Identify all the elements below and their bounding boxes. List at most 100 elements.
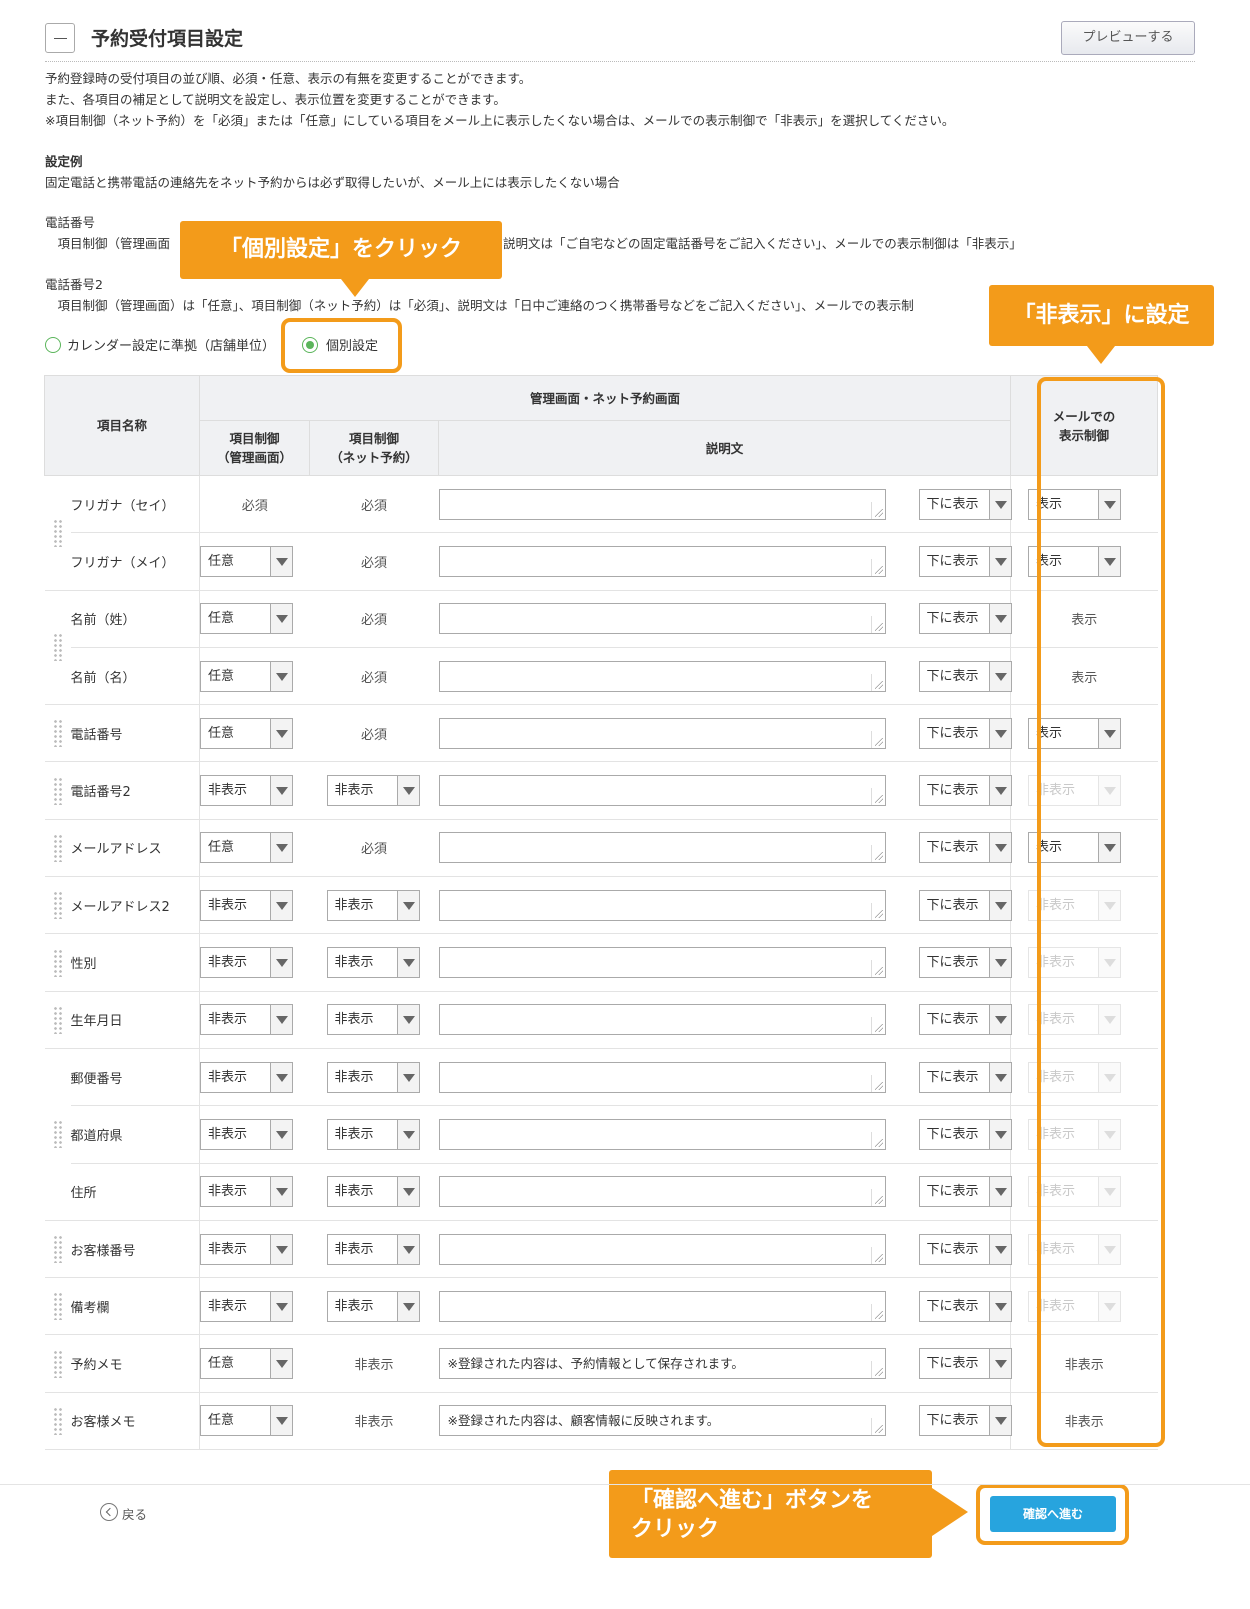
resize-grip-icon[interactable] [870,902,885,920]
item-name: 名前（姓） [70,590,201,648]
resize-grip-icon[interactable] [870,1361,885,1379]
drag-handle[interactable] [44,1048,71,1221]
drag-handle[interactable] [44,819,71,878]
resize-grip-icon[interactable] [870,501,885,519]
admin-control-select[interactable]: 非表示 [200,1061,294,1093]
admin-control-select[interactable]: 非表示 [200,1233,294,1265]
drag-handle[interactable] [44,590,71,706]
drag-handle[interactable] [44,1334,71,1393]
net-control-select[interactable]: 非表示 [326,1004,420,1036]
resize-grip-icon[interactable] [870,1189,885,1207]
drag-handle[interactable] [44,1220,71,1279]
preview-button[interactable]: プレビューする [1061,21,1195,55]
confirm-button[interactable]: 確認へ進む [990,1496,1116,1532]
admin-control-select[interactable]: 任意 [200,717,294,749]
net-control-select[interactable]: 非表示 [326,889,420,921]
description-input[interactable] [438,1290,886,1322]
resize-grip-icon[interactable] [870,845,885,863]
position-select[interactable]: 下に表示 [918,545,1012,577]
callout-text: 「確認へ進む」ボタンを [631,1488,874,1513]
description-input[interactable] [438,488,886,520]
collapse-button[interactable] [45,23,75,53]
admin-control-select[interactable]: 任意 [200,660,294,692]
drag-handle[interactable] [44,761,71,820]
resize-grip-icon[interactable] [870,960,885,978]
position-select[interactable]: 下に表示 [918,717,1012,749]
description-input[interactable] [438,1118,886,1150]
position-select[interactable]: 下に表示 [918,603,1012,635]
position-select[interactable]: 下に表示 [918,660,1012,692]
drag-handle[interactable] [44,704,71,763]
position-select[interactable]: 下に表示 [918,1176,1012,1208]
position-select[interactable]: 下に表示 [918,1348,1012,1380]
resize-grip-icon[interactable] [870,1418,885,1436]
admin-control-select[interactable]: 任意 [200,545,294,577]
admin-control-select[interactable]: 非表示 [200,1176,294,1208]
position-select[interactable]: 下に表示 [918,1004,1012,1036]
reception-items-table: 項目名称 管理画面・ネット予約画面 メールでの 表示制御 項目制御 （管理画面）… [43,375,1159,1451]
description-input[interactable] [438,1176,886,1208]
select-value: 非表示 [208,783,248,799]
net-control-select[interactable]: 非表示 [326,1233,420,1265]
admin-control-select[interactable]: 任意 [200,832,294,864]
description-input[interactable] [438,1061,886,1093]
position-select[interactable]: 下に表示 [918,1405,1012,1437]
net-control-select[interactable]: 非表示 [326,1061,420,1093]
chevron-down-icon [988,546,1011,576]
resize-grip-icon[interactable] [870,730,885,748]
description-input[interactable] [438,660,886,692]
select-value: 任意 [208,668,235,684]
admin-control-select[interactable]: 非表示 [200,947,294,979]
resize-grip-icon[interactable] [870,1303,885,1321]
admin-control-select[interactable]: 任意 [200,1348,294,1380]
resize-grip-icon[interactable] [870,558,885,576]
description-input[interactable] [438,1004,886,1036]
description-input[interactable]: ※登録された内容は、顧客情報に反映されます。 [438,1405,886,1437]
resize-grip-icon[interactable] [870,1246,885,1264]
description-input[interactable] [438,775,886,807]
description-input[interactable] [438,889,886,921]
description-input[interactable] [438,545,886,577]
net-control-select[interactable]: 非表示 [326,775,420,807]
position-select[interactable]: 下に表示 [918,832,1012,864]
admin-control-select[interactable]: 任意 [200,1405,294,1437]
drag-handle[interactable] [44,475,71,591]
admin-control-select[interactable]: 任意 [200,603,294,635]
drag-handle[interactable] [44,991,71,1049]
drag-handle[interactable] [44,933,71,992]
drag-handle[interactable] [44,1392,71,1451]
description-input[interactable] [438,603,886,635]
admin-control-select[interactable]: 非表示 [200,775,294,807]
resize-grip-icon[interactable] [870,788,885,806]
admin-control-select[interactable]: 非表示 [200,889,294,921]
net-control-select[interactable]: 非表示 [326,1290,420,1322]
resize-grip-icon[interactable] [870,1017,885,1035]
resize-grip-icon[interactable] [870,673,885,691]
description-input[interactable] [438,947,886,979]
position-select[interactable]: 下に表示 [918,1061,1012,1093]
drag-handle[interactable] [44,1277,71,1336]
position-select[interactable]: 下に表示 [918,1290,1012,1322]
position-select[interactable]: 下に表示 [918,889,1012,921]
description-input[interactable] [438,717,886,749]
resize-grip-icon[interactable] [870,1131,885,1149]
radio-calendar-setting[interactable] [45,337,61,353]
net-control-select[interactable]: 非表示 [326,1176,420,1208]
net-control-select[interactable]: 非表示 [326,947,420,979]
description-input[interactable] [438,832,886,864]
position-select[interactable]: 下に表示 [918,488,1012,520]
table-row: フリガナ（メイ） 任意 必須 下に表示 表示 [45,532,1158,591]
resize-grip-icon[interactable] [870,1074,885,1092]
position-select[interactable]: 下に表示 [918,1118,1012,1150]
description-input[interactable]: ※登録された内容は、予約情報として保存されます。 [438,1348,886,1380]
admin-control-select[interactable]: 非表示 [200,1004,294,1036]
drag-handle[interactable] [44,876,71,935]
admin-control-select[interactable]: 非表示 [200,1118,294,1150]
position-select[interactable]: 下に表示 [918,1233,1012,1265]
position-select[interactable]: 下に表示 [918,775,1012,807]
net-control-select[interactable]: 非表示 [326,1118,420,1150]
position-select[interactable]: 下に表示 [918,947,1012,979]
admin-control-select[interactable]: 非表示 [200,1290,294,1322]
resize-grip-icon[interactable] [870,616,885,634]
description-input[interactable] [438,1233,886,1265]
